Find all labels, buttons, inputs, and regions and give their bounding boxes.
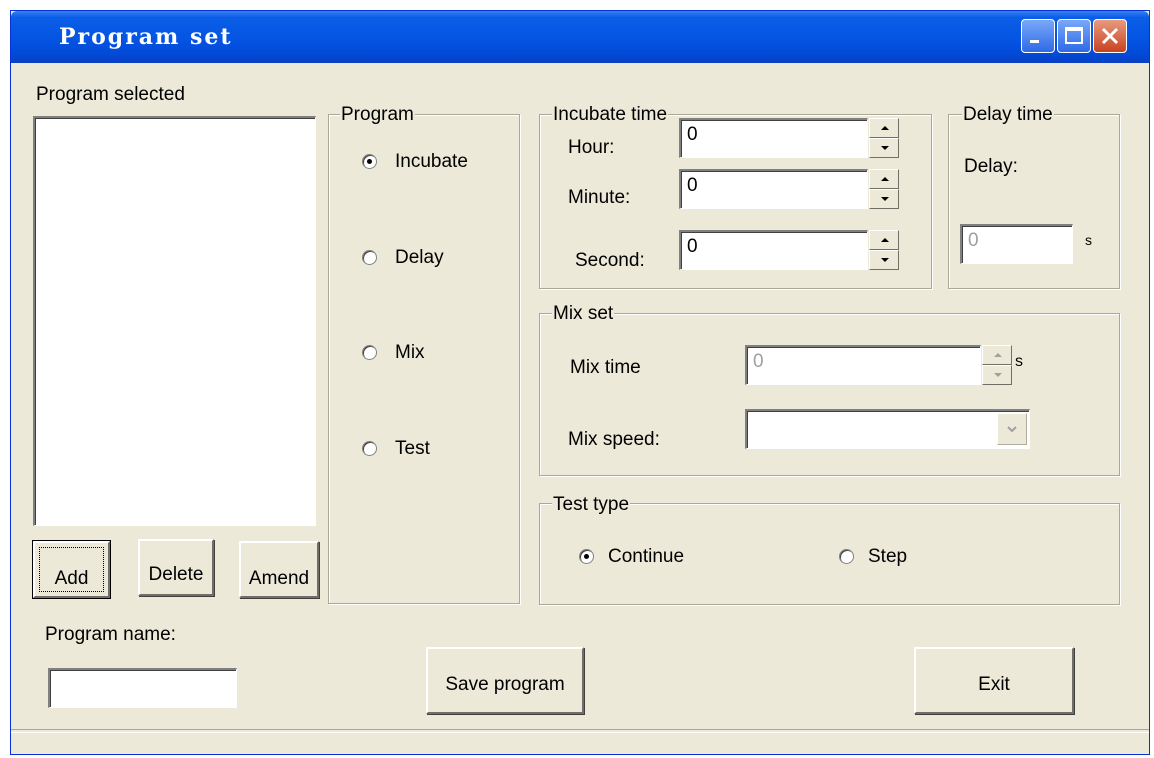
minute-up-button[interactable] <box>869 169 899 189</box>
second-down-button[interactable] <box>869 250 899 270</box>
focus-rect <box>39 547 104 592</box>
maximize-icon <box>1065 27 1083 44</box>
mix-speed-select[interactable] <box>745 409 1030 449</box>
delete-button[interactable]: Delete <box>138 539 214 596</box>
hour-spinner[interactable] <box>869 118 899 158</box>
hour-input[interactable]: 0 <box>679 118 868 158</box>
mix-speed-label: Mix speed: <box>568 429 660 450</box>
maximize-button[interactable] <box>1057 19 1091 53</box>
radio-delay[interactable]: Delay <box>362 247 502 271</box>
radio-button <box>362 345 377 360</box>
title-bar[interactable]: Program set <box>11 11 1149 63</box>
program-group-legend: Program <box>340 104 415 126</box>
exit-button[interactable]: Exit <box>914 647 1074 714</box>
window-title: Program set <box>59 24 233 50</box>
radio-button <box>839 549 854 564</box>
second-spinner[interactable] <box>869 230 899 270</box>
radio-step[interactable]: Step <box>839 546 959 570</box>
program-name-label: Program name: <box>45 624 176 645</box>
mix-set-group <box>539 313 1120 476</box>
radio-test[interactable]: Test <box>362 438 502 462</box>
radio-button <box>362 441 377 456</box>
test-type-legend: Test type <box>552 494 631 516</box>
radio-button <box>579 549 594 564</box>
mix-time-input[interactable]: 0 <box>745 345 981 385</box>
mix-time-spinner[interactable] <box>982 345 1012 385</box>
radio-mix[interactable]: Mix <box>362 342 502 366</box>
second-input[interactable]: 0 <box>679 230 868 270</box>
dropdown-button[interactable] <box>997 413 1027 445</box>
second-label: Second: <box>575 250 645 271</box>
close-button[interactable] <box>1093 19 1127 53</box>
second-up-button[interactable] <box>869 230 899 250</box>
delay-input[interactable]: 0 <box>960 224 1073 264</box>
mix-time-unit: s <box>1015 353 1023 370</box>
chevron-down-icon <box>1007 426 1017 433</box>
radio-button <box>362 154 377 169</box>
hour-down-button[interactable] <box>869 138 899 158</box>
mix-set-legend: Mix set <box>552 303 615 325</box>
mix-time-label: Mix time <box>570 357 641 378</box>
close-icon <box>1101 27 1119 45</box>
delay-time-legend: Delay time <box>962 104 1054 126</box>
radio-button <box>362 250 377 265</box>
save-program-button[interactable]: Save program <box>426 647 584 714</box>
bottom-divider <box>11 729 1149 733</box>
minute-label: Minute: <box>568 187 631 208</box>
mix-time-up-button[interactable] <box>982 345 1012 365</box>
amend-button[interactable]: Amend <box>239 541 319 598</box>
minute-input[interactable]: 0 <box>679 169 868 209</box>
radio-incubate[interactable]: Incubate <box>362 151 502 175</box>
mix-time-down-button[interactable] <box>982 365 1012 385</box>
program-selected-label: Program selected <box>36 84 185 105</box>
hour-up-button[interactable] <box>869 118 899 138</box>
program-name-input[interactable] <box>48 668 237 708</box>
delay-label: Delay: <box>964 156 1018 177</box>
minimize-button[interactable] <box>1021 19 1055 53</box>
minute-spinner[interactable] <box>869 169 899 209</box>
incubate-time-legend: Incubate time <box>552 104 669 126</box>
program-selected-list[interactable] <box>33 116 316 526</box>
add-button[interactable]: Add <box>32 540 111 599</box>
hour-label: Hour: <box>568 137 615 158</box>
delay-unit: s <box>1085 232 1092 248</box>
program-set-window: Program set Program selected Add Delete … <box>10 10 1150 755</box>
minute-down-button[interactable] <box>869 189 899 209</box>
minimize-icon <box>1030 40 1039 43</box>
radio-continue[interactable]: Continue <box>579 546 739 570</box>
